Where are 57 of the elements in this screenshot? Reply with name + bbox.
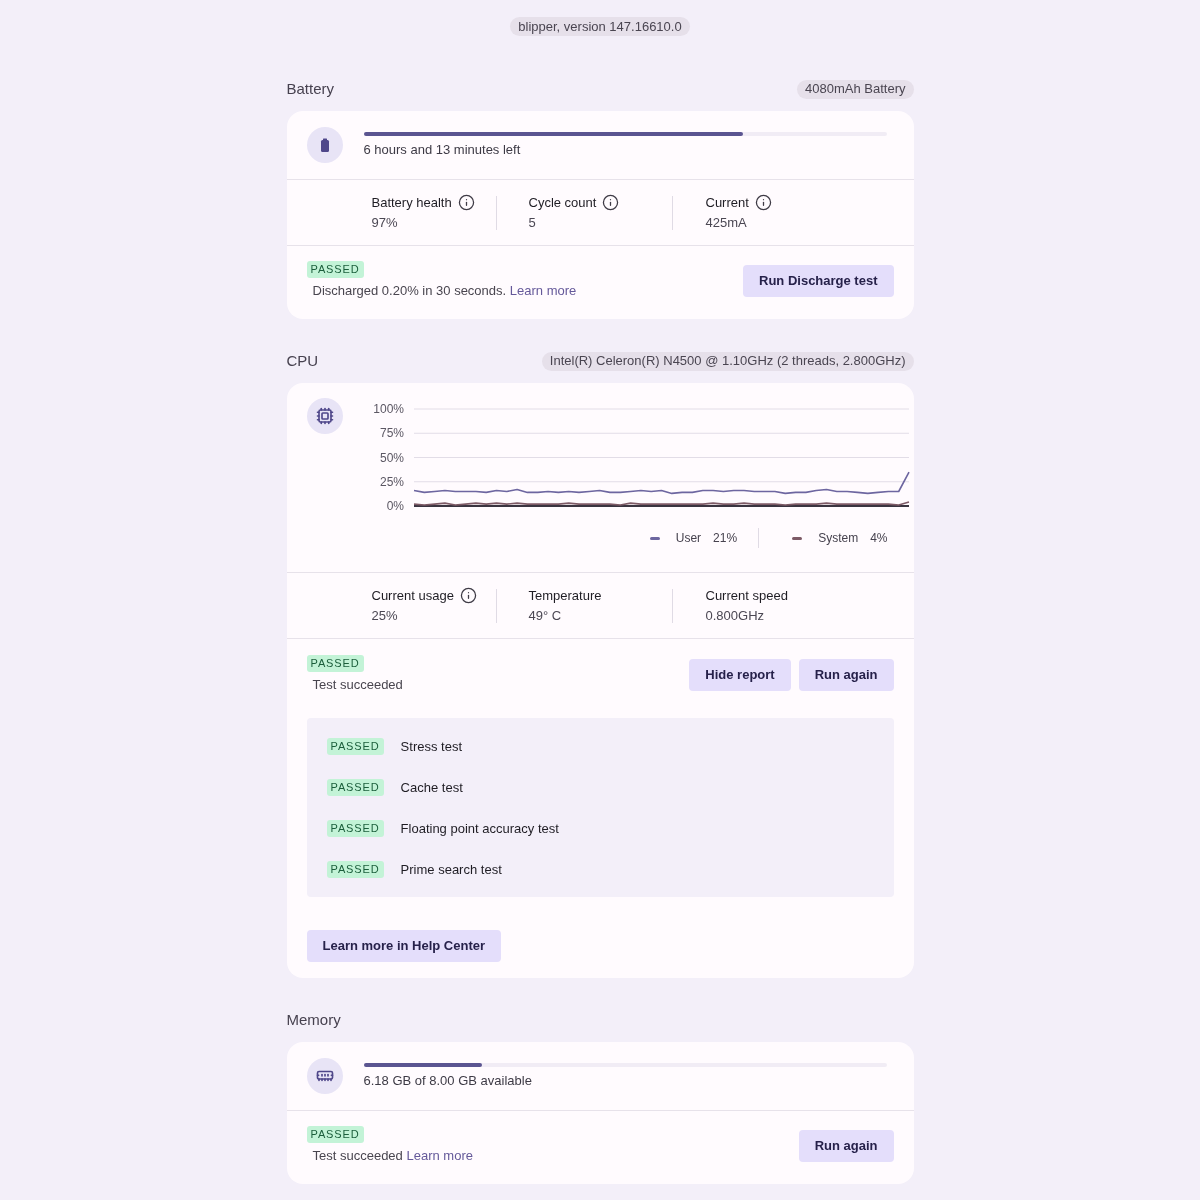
stat-value: 25%: [371, 606, 399, 625]
y-axis-label: 0%: [386, 499, 404, 513]
test-name: Cache test: [400, 778, 463, 797]
learn-more-link[interactable]: Learn more: [509, 283, 577, 298]
stat-label: Temperature: [528, 586, 602, 605]
status-badge: PASSED: [306, 655, 364, 672]
y-axis-label: 100%: [372, 402, 404, 416]
action-button[interactable]: Run Discharge test: [743, 264, 894, 297]
y-axis-label: 50%: [379, 450, 404, 465]
status-badge: PASSED: [326, 861, 384, 878]
stat-value: 0.800GHz: [705, 606, 766, 625]
action-button[interactable]: Learn more in Help Center: [306, 930, 502, 962]
stat-value: 425mA: [705, 213, 748, 232]
status-badge: PASSED: [306, 261, 364, 278]
version-label: blipper, version 147.16610.0: [510, 17, 690, 36]
status-message: Test succeeded Learn more: [311, 1147, 473, 1165]
action-button[interactable]: Hide report: [689, 658, 791, 691]
legend-reading: 21%: [713, 530, 738, 547]
y-axis-label: 25%: [379, 474, 404, 489]
chip-icon: [306, 398, 343, 434]
test-name: Stress test: [400, 737, 462, 756]
info-icon[interactable]: [459, 587, 477, 604]
memory-icon: [306, 1058, 343, 1094]
legend-reading: 4%: [870, 530, 888, 547]
info-icon[interactable]: [754, 194, 772, 211]
info-chip: Intel(R) Celeron(R) N4500 @ 1.10GHz (2 threads, 2.800GHz): [541, 351, 914, 371]
progress-caption: 6.18 GB of 8.00 GB available: [363, 1071, 533, 1090]
stat-label: Battery health: [371, 193, 452, 212]
section-title: Memory: [286, 1009, 341, 1030]
status-message: Test succeeded: [311, 676, 403, 694]
stat-label: Current usage: [371, 586, 454, 605]
info-chip: 4080mAh Battery: [797, 79, 914, 99]
status-badge: PASSED: [326, 820, 384, 837]
stat-label: Current speed: [705, 586, 788, 605]
info-icon[interactable]: [457, 194, 475, 211]
section-title: Battery: [286, 78, 335, 99]
learn-more-link[interactable]: Learn more: [406, 1148, 473, 1163]
stat-value: 97%: [371, 213, 399, 232]
status-message: Discharged 0.20% in 30 seconds. Learn more: [311, 282, 577, 300]
y-axis-label: 75%: [379, 426, 404, 441]
stat-value: 49° C: [528, 606, 563, 625]
legend-label: User: [675, 530, 702, 547]
legend-label: System: [818, 530, 859, 547]
stat-label: Cycle count: [528, 193, 597, 212]
stat-label: Current: [705, 193, 749, 212]
action-button[interactable]: Run again: [798, 1129, 894, 1162]
action-button[interactable]: Run again: [798, 658, 894, 691]
status-badge: PASSED: [326, 779, 384, 796]
stat-value: 5: [528, 213, 537, 232]
status-badge: PASSED: [326, 738, 384, 755]
status-badge: PASSED: [306, 1126, 364, 1143]
test-name: Floating point accuracy test: [400, 819, 559, 838]
info-icon[interactable]: [602, 194, 620, 211]
test-name: Prime search test: [400, 860, 502, 879]
section-title: CPU: [286, 350, 319, 371]
battery-icon: [306, 127, 343, 163]
progress-caption: 6 hours and 13 minutes left: [363, 140, 522, 159]
